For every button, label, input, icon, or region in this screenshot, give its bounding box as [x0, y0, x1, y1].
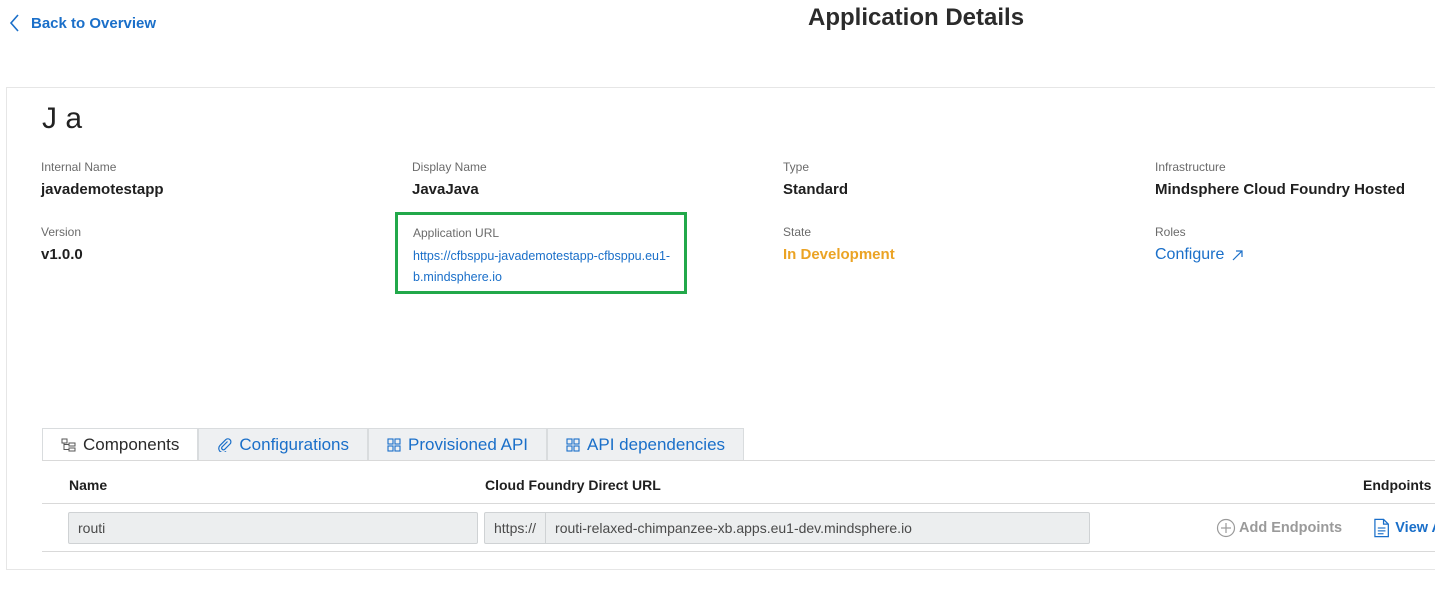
internal-name-value: javademotestapp	[41, 181, 164, 198]
page-title: Application Details	[808, 4, 1025, 31]
application-url-label: Application URL	[413, 226, 500, 240]
external-link-icon	[1232, 250, 1243, 261]
tab-api-dependencies[interactable]: API dependencies	[547, 428, 745, 460]
grid-plus-icon	[387, 437, 401, 452]
document-icon	[1374, 518, 1389, 538]
back-label: Back to Overview	[31, 14, 157, 32]
infrastructure-label: Infrastructure	[1155, 160, 1226, 174]
application-url-link[interactable]: https://cfbsppu-javademotestapp-cfbsppu.…	[413, 246, 693, 288]
tab-bar: Components Configurations Provisioned AP…	[42, 428, 745, 460]
app-details-card: J a Internal Name javademotestapp Displa…	[6, 87, 1435, 570]
back-to-overview-link[interactable]: Back to Overview	[5, 12, 156, 34]
configure-roles-link[interactable]: Configure	[1155, 246, 1246, 264]
infrastructure-value: Mindsphere Cloud Foundry Hosted	[1155, 181, 1405, 198]
column-header-name: Name	[69, 477, 108, 493]
table-bottom-rule	[42, 551, 1435, 552]
url-prefix: https://	[485, 513, 547, 543]
state-value: In Development	[783, 246, 895, 263]
cf-direct-url-value: routi-relaxed-chimpanzee-xb.apps.eu1-dev…	[555, 520, 912, 536]
app-name: J a	[42, 102, 83, 135]
tab-api-dependencies-label: API dependencies	[587, 434, 726, 454]
display-name-value: JavaJava	[412, 181, 479, 198]
state-field: State In Development	[783, 225, 895, 263]
tab-configurations-label: Configurations	[239, 434, 350, 454]
internal-name-field: Internal Name javademotestapp	[41, 160, 164, 198]
paperclip-icon	[218, 438, 232, 452]
internal-name-label: Internal Name	[41, 160, 117, 174]
view-endpoints-link[interactable]: View A	[1373, 518, 1435, 538]
type-field: Type Standard	[783, 160, 848, 198]
roles-field: Roles Configure	[1155, 225, 1246, 264]
configure-label: Configure	[1155, 246, 1225, 263]
roles-label: Roles	[1155, 225, 1186, 239]
version-value: v1.0.0	[41, 246, 83, 263]
component-name-value: routi	[78, 520, 106, 536]
tab-components-label: Components	[83, 434, 180, 454]
type-label: Type	[783, 160, 810, 174]
column-header-endpoints: Endpoints	[1363, 477, 1432, 493]
grid-plus-icon	[566, 437, 580, 452]
add-endpoints-button[interactable]: Add Endpoints	[1216, 518, 1342, 538]
chevron-left-icon	[9, 14, 19, 32]
display-name-label: Display Name	[412, 160, 487, 174]
component-name-field[interactable]: routi	[68, 512, 478, 544]
infrastructure-field: Infrastructure Mindsphere Cloud Foundry …	[1155, 160, 1405, 198]
tab-provisioned-api-label: Provisioned API	[408, 434, 529, 454]
display-name-field: Display Name JavaJava	[412, 160, 487, 198]
view-endpoints-label: View A	[1395, 520, 1435, 536]
tab-configurations[interactable]: Configurations	[198, 428, 369, 460]
tab-components[interactable]: Components	[42, 428, 199, 460]
table-top-rule	[42, 460, 1435, 461]
tab-provisioned-api[interactable]: Provisioned API	[368, 428, 548, 460]
add-endpoints-label: Add Endpoints	[1239, 520, 1343, 536]
cf-direct-url-field[interactable]: https:// routi-relaxed-chimpanzee-xb.app…	[484, 512, 1090, 544]
type-value: Standard	[783, 181, 849, 198]
version-field: Version v1.0.0	[41, 225, 83, 263]
column-header-cf-url: Cloud Foundry Direct URL	[485, 477, 661, 493]
version-label: Version	[41, 225, 82, 239]
plus-circle-icon	[1216, 518, 1236, 538]
tree-icon	[61, 438, 76, 451]
state-label: State	[783, 225, 812, 239]
table-header-rule	[42, 503, 1435, 504]
